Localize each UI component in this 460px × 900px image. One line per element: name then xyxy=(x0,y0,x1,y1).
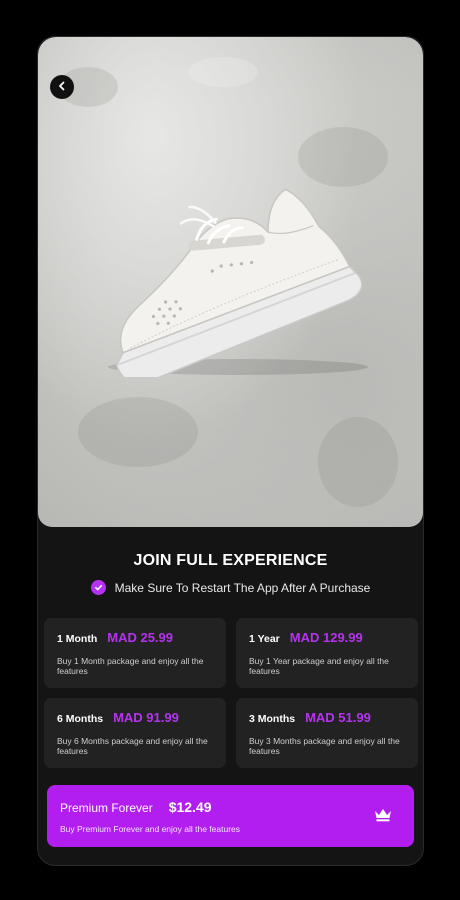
plan-card-1-year[interactable]: 1 Year MAD 129.99 Buy 1 Year package and… xyxy=(236,618,418,688)
plan-card-3-months[interactable]: 3 Months MAD 51.99 Buy 3 Months package … xyxy=(236,698,418,768)
crown-icon xyxy=(374,808,392,827)
back-button[interactable] xyxy=(50,75,74,99)
plan-period: 1 Month xyxy=(57,633,98,645)
restart-note: Make Sure To Restart The App After A Pur… xyxy=(38,580,423,595)
phone-screen: JOIN FULL EXPERIENCE Make Sure To Restar… xyxy=(37,36,424,866)
check-circle-icon xyxy=(90,580,106,595)
plan-price: MAD 129.99 xyxy=(289,630,363,645)
premium-description: Buy Premium Forever and enjoy all the fe… xyxy=(60,824,241,834)
plan-description: Buy 1 Month package and enjoy all the fe… xyxy=(57,656,204,676)
product-hero-image xyxy=(38,37,423,527)
plan-price: MAD 51.99 xyxy=(305,710,371,725)
plan-description: Buy 3 Months package and enjoy all the f… xyxy=(249,736,400,756)
plan-description: Buy 1 Year package and enjoy all the fea… xyxy=(249,656,389,676)
restart-note-text: Make Sure To Restart The App After A Pur… xyxy=(114,580,371,595)
plan-period: 3 Months xyxy=(249,713,296,725)
plan-description: Buy 6 Months package and enjoy all the f… xyxy=(57,736,208,756)
plan-price: MAD 25.99 xyxy=(107,630,173,645)
sneaker-image xyxy=(88,177,368,384)
chevron-left-icon xyxy=(57,78,67,96)
premium-forever-button[interactable]: Premium Forever $12.49 Buy Premium Forev… xyxy=(47,785,414,847)
plan-card-1-month[interactable]: 1 Month MAD 25.99 Buy 1 Month package an… xyxy=(44,618,226,688)
plan-period: 6 Months xyxy=(57,713,104,725)
premium-period: Premium Forever xyxy=(60,801,153,815)
plan-card-6-months[interactable]: 6 Months MAD 91.99 Buy 6 Months package … xyxy=(44,698,226,768)
plan-price: MAD 91.99 xyxy=(113,710,179,725)
plan-period: 1 Year xyxy=(249,633,280,645)
page-title: JOIN FULL EXPERIENCE xyxy=(133,552,328,569)
premium-price: $12.49 xyxy=(168,799,212,815)
